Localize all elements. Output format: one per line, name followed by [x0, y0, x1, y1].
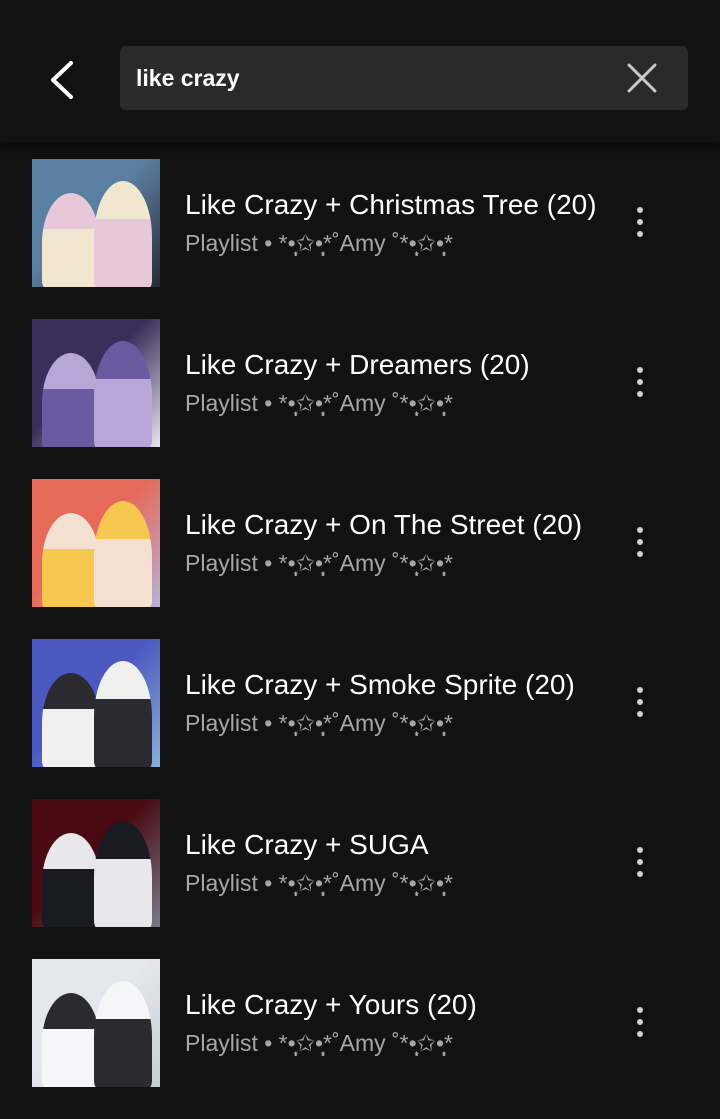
more-options-button[interactable] — [616, 518, 664, 566]
cover-figure — [94, 821, 152, 927]
playlist-cover — [32, 159, 160, 287]
search-results-list: Like Crazy + Christmas Tree (20) Playlis… — [0, 142, 720, 1119]
result-row[interactable]: Like Crazy + Smoke Sprite (20) Playlist … — [0, 622, 720, 782]
cover-figure — [42, 513, 100, 607]
more-vertical-icon — [637, 847, 643, 853]
playlist-cover — [32, 319, 160, 447]
playlist-subtitle: Playlist • *•̩̩͙✩•̩̩͙*˚Amy ˚*•̩̩͙✩•̩̩͙* — [185, 710, 453, 736]
playlist-title: Like Crazy + Dreamers (20) — [185, 349, 530, 380]
more-vertical-icon — [637, 687, 643, 693]
playlist-subtitle: Playlist • *•̩̩͙✩•̩̩͙*˚Amy ˚*•̩̩͙✩•̩̩͙* — [185, 390, 453, 416]
cover-figure — [94, 341, 152, 447]
playlist-title: Like Crazy + On The Street (20) — [185, 509, 583, 540]
playlist-title: Like Crazy + Yours (20) — [185, 989, 477, 1020]
playlist-title: Like Crazy + SUGA — [185, 829, 429, 860]
search-input[interactable] — [136, 46, 606, 110]
cover-figure — [42, 353, 100, 447]
more-vertical-icon — [637, 1007, 643, 1013]
playlist-cover — [32, 959, 160, 1087]
more-options-button[interactable] — [616, 198, 664, 246]
result-row[interactable]: Like Crazy + SUGA Playlist • *•̩̩͙✩•̩̩͙*… — [0, 782, 720, 942]
back-button[interactable] — [34, 52, 90, 108]
clear-search-button[interactable] — [626, 62, 658, 94]
cover-figure — [42, 193, 100, 287]
result-row[interactable]: Like Crazy + Yours (20) Playlist • *•̩̩͙… — [0, 942, 720, 1102]
playlist-cover — [32, 479, 160, 607]
playlist-subtitle: Playlist • *•̩̩͙✩•̩̩͙*˚Amy ˚*•̩̩͙✩•̩̩͙* — [185, 870, 453, 896]
more-vertical-icon — [637, 527, 643, 533]
cover-figure — [42, 833, 100, 927]
cover-figure — [94, 181, 152, 287]
playlist-title: Like Crazy + Christmas Tree (20) — [185, 189, 597, 220]
more-vertical-icon — [637, 207, 643, 213]
result-row[interactable]: Like Crazy + Christmas Tree (20) Playlis… — [0, 142, 720, 302]
playlist-subtitle: Playlist • *•̩̩͙✩•̩̩͙*˚Amy ˚*•̩̩͙✩•̩̩͙* — [185, 1030, 453, 1056]
more-options-button[interactable] — [616, 838, 664, 886]
more-options-button[interactable] — [616, 678, 664, 726]
close-icon — [627, 63, 657, 93]
more-options-button[interactable] — [616, 358, 664, 406]
playlist-subtitle: Playlist • *•̩̩͙✩•̩̩͙*˚Amy ˚*•̩̩͙✩•̩̩͙* — [185, 550, 453, 576]
more-options-button[interactable] — [616, 998, 664, 1046]
result-row[interactable]: Like Crazy + Dreamers (20) Playlist • *•… — [0, 302, 720, 462]
chevron-left-icon — [51, 61, 73, 99]
playlist-cover — [32, 799, 160, 927]
playlist-cover — [32, 639, 160, 767]
search-header — [0, 0, 720, 142]
playlist-subtitle: Playlist • *•̩̩͙✩•̩̩͙*˚Amy ˚*•̩̩͙✩•̩̩͙* — [185, 230, 453, 256]
more-vertical-icon — [637, 367, 643, 373]
search-box[interactable] — [120, 46, 688, 110]
playlist-title: Like Crazy + Smoke Sprite (20) — [185, 669, 575, 700]
cover-figure — [94, 661, 152, 767]
cover-figure — [94, 981, 152, 1087]
cover-figure — [94, 501, 152, 607]
result-row[interactable]: Like Crazy + On The Street (20) Playlist… — [0, 462, 720, 622]
cover-figure — [42, 673, 100, 767]
cover-figure — [42, 993, 100, 1087]
